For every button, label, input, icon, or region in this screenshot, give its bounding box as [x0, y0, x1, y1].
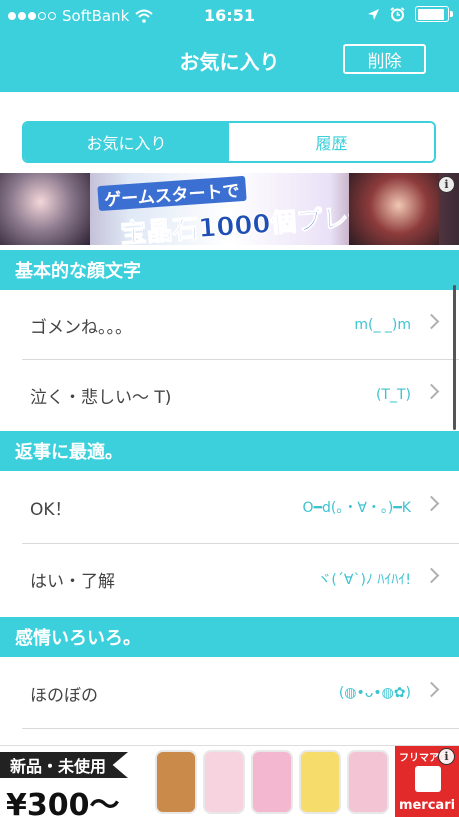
info-icon[interactable]: i: [438, 748, 455, 765]
tab-favorites[interactable]: お気に入り: [24, 123, 229, 161]
phone-case-image: [155, 750, 197, 814]
list-item-label: はい・了解: [30, 571, 115, 592]
phone-case-image: [347, 750, 389, 814]
info-icon[interactable]: i: [438, 176, 455, 193]
kaomoji-preview: O━d(。・∀・。)━K: [302, 500, 411, 516]
phone-case-image: [203, 750, 245, 814]
phone-case-image: [251, 750, 293, 814]
row-divider: [22, 728, 459, 729]
delete-button[interactable]: 削除: [343, 44, 426, 74]
chevron-right-icon: [423, 681, 440, 698]
list-item-label: 泣く・悲しい～ T): [30, 387, 172, 408]
section-header-replies: 返事に最適。: [0, 431, 459, 471]
ad-character-right: [349, 173, 439, 245]
list-item[interactable]: ゴメンね。。。 m(_ _)m: [0, 290, 459, 360]
section-header-basic: 基本的な顔文字: [0, 250, 459, 290]
alarm-clock-icon: [390, 6, 405, 21]
location-arrow-icon: [368, 8, 379, 20]
list-item[interactable]: はい・了解 ヾ(´∀`)ﾉ ﾊｲﾊｲ!: [0, 544, 459, 614]
tab-switcher: お気に入り 履歴: [22, 121, 436, 163]
list-item[interactable]: OK！ O━d(。・∀・。)━K: [0, 472, 459, 542]
status-bar: SoftBank 16:51: [0, 0, 459, 32]
kaomoji-preview: (◍•ᴗ•◍✿): [338, 685, 411, 701]
status-right: [367, 6, 453, 22]
chevron-right-icon: [423, 313, 440, 330]
app-header: SoftBank 16:51 お気に入り 削除: [0, 0, 459, 92]
kaomoji-preview: m(_ _)m: [354, 317, 411, 333]
list-item-label: OK！: [30, 499, 72, 520]
mercari-box-icon: [415, 766, 441, 792]
ad-character-left: [0, 173, 90, 245]
list-item-label: ゴメンね。。。: [30, 317, 132, 338]
chevron-right-icon: [423, 383, 440, 400]
battery-icon: [415, 6, 453, 22]
phone-case-image: [299, 750, 341, 814]
kaomoji-preview: (T_T): [375, 387, 411, 403]
tab-history[interactable]: 履歴: [229, 123, 434, 161]
ad-banner-top[interactable]: ゲームスタートで 宝晶石1000個プレゼント i: [0, 173, 459, 245]
list-item-label: ほのぼの: [30, 685, 98, 706]
ad-banner-bottom[interactable]: 新品・未使用 ¥300～ フリマアプ mercari i: [0, 745, 459, 817]
chevron-right-icon: [423, 495, 440, 512]
list-item[interactable]: 泣く・悲しい～ T) (T_T): [0, 360, 459, 430]
ad-price: ¥300～: [6, 788, 120, 817]
section-header-emotions: 感情いろいろ。: [0, 617, 459, 657]
mercari-wordmark: mercari: [398, 798, 456, 813]
chevron-right-icon: [423, 567, 440, 584]
scrollbar[interactable]: [453, 285, 456, 430]
ad-tag: 新品・未使用: [0, 752, 129, 778]
list-item[interactable]: ほのぼの (◍•ᴗ•◍✿): [0, 658, 459, 728]
ad-product-images: [155, 750, 389, 814]
kaomoji-preview: ヾ(´∀`)ﾉ ﾊｲﾊｲ!: [317, 572, 411, 588]
